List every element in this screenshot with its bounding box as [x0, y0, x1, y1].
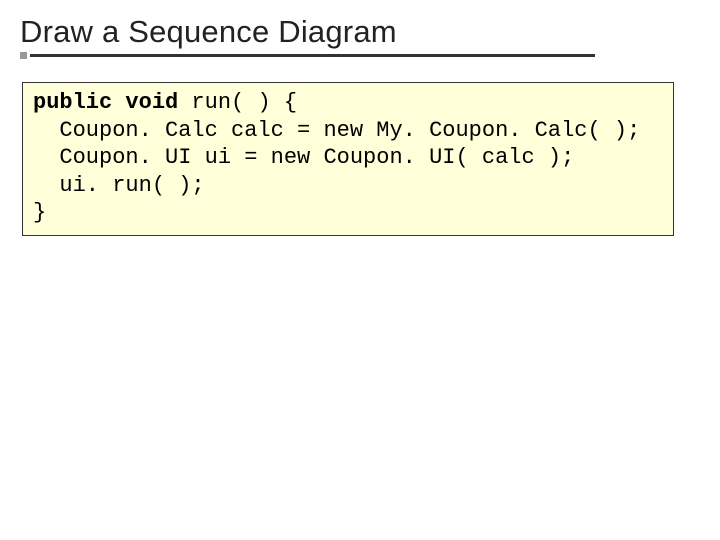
title-underline — [20, 54, 595, 57]
code-box: public void run( ) { Coupon. Calc calc =… — [22, 82, 674, 236]
bullet-square-icon — [20, 52, 27, 59]
code-line: Coupon. Calc calc = new My. Coupon. Calc… — [33, 118, 640, 143]
slide-title: Draw a Sequence Diagram — [20, 14, 595, 50]
code-line: ui. run( ); — [33, 173, 205, 198]
code-line: Coupon. UI ui = new Coupon. UI( calc ); — [33, 145, 574, 170]
slide: Draw a Sequence Diagram public void run(… — [0, 0, 720, 540]
code-keyword: public void — [33, 90, 178, 115]
code-text: run( ) { — [178, 90, 297, 115]
code-snippet: public void run( ) { Coupon. Calc calc =… — [33, 89, 663, 227]
code-line: } — [33, 200, 46, 225]
title-block: Draw a Sequence Diagram — [20, 14, 595, 57]
